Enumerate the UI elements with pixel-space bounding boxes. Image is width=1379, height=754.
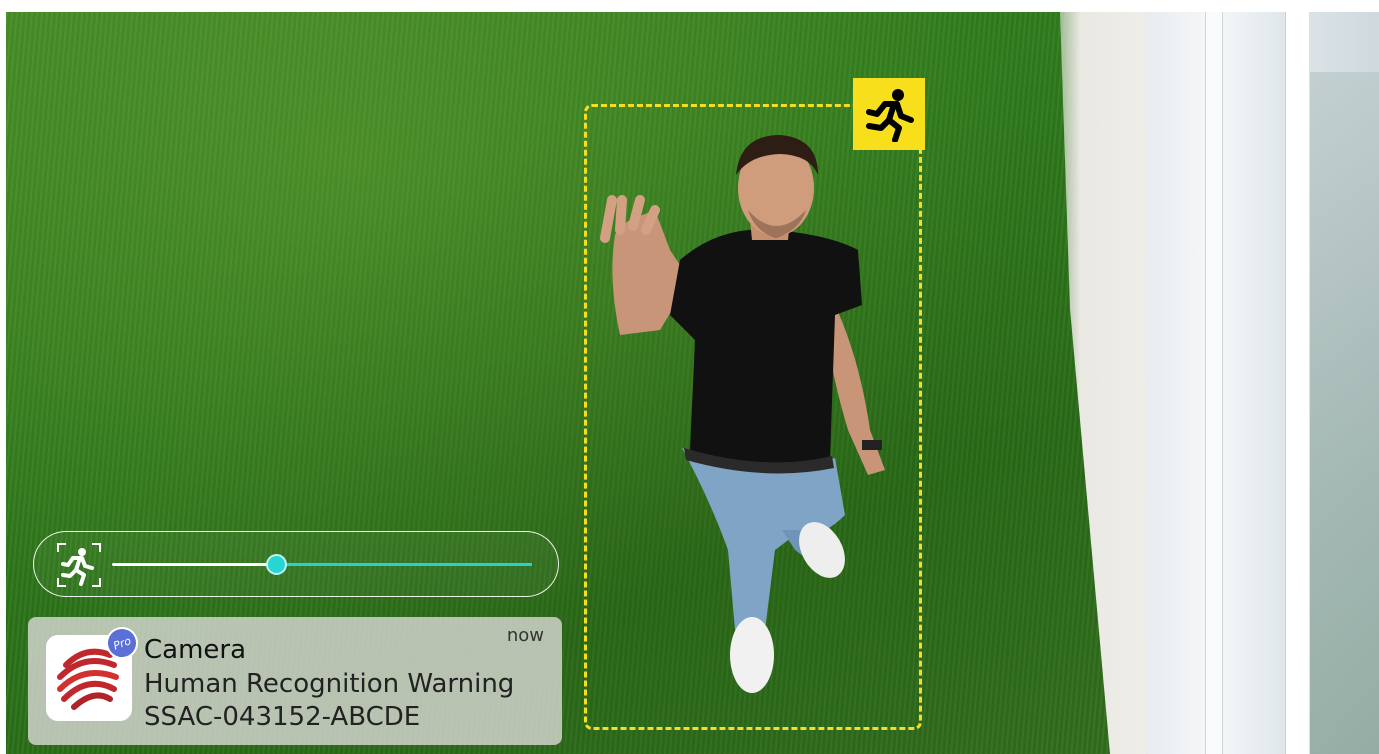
running-person-icon xyxy=(853,78,925,150)
notification-time: now xyxy=(506,625,544,646)
human-recognition-notification[interactable]: Pro Camera now Human Recognition Warning… xyxy=(28,617,562,745)
notification-app-name: Camera xyxy=(144,635,247,665)
slider-track[interactable] xyxy=(112,554,532,575)
notification-message: Human Recognition Warning xyxy=(144,669,515,699)
slider-handle[interactable] xyxy=(265,554,287,575)
camera-app-icon: Pro xyxy=(46,622,143,721)
slider-fill xyxy=(275,563,532,566)
human-detection-box xyxy=(584,104,922,730)
building-wall xyxy=(1145,12,1379,754)
motion-detect-person-icon xyxy=(54,540,104,590)
notification-device-id: SSAC-043152-ABCDE xyxy=(144,702,421,732)
motion-sensitivity-slider[interactable] xyxy=(33,531,559,597)
